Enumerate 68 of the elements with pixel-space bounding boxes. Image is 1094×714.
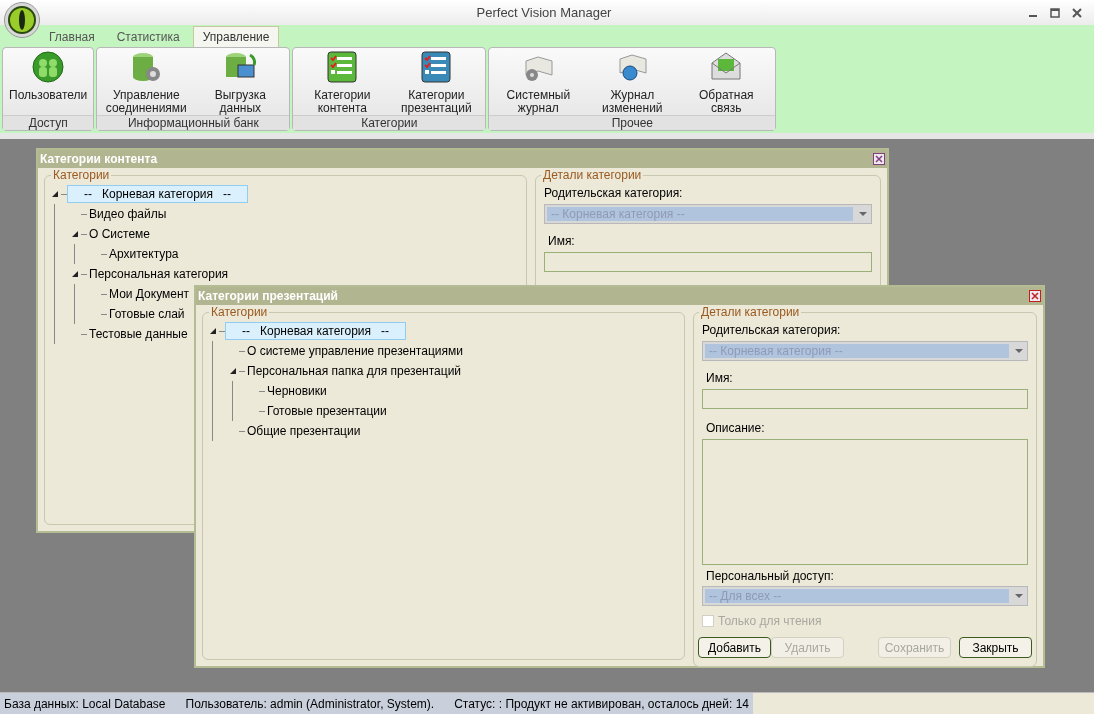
group-label: Прочее [489, 115, 776, 130]
ribbon-tab[interactable]: Статистика [107, 26, 189, 47]
expanded-icon[interactable] [72, 271, 78, 277]
group-label: Доступ [3, 115, 94, 130]
book-globe-icon [616, 51, 649, 83]
close-icon[interactable] [873, 153, 885, 165]
dialog-button[interactable]: Добавить [698, 637, 771, 658]
field-label: Имя: [548, 234, 576, 248]
envelope-icon [710, 51, 743, 83]
field-label: Персональный доступ: [706, 569, 835, 583]
dialog-button[interactable]: Закрыть [959, 637, 1032, 658]
ribbon-button[interactable]: Выгрузка данных [193, 48, 288, 115]
tree-item[interactable]: Видео файлы [87, 206, 169, 222]
tree-item[interactable]: Общие презентации [245, 423, 363, 439]
ribbon-tab[interactable]: Главная [40, 26, 104, 47]
users-icon [32, 51, 65, 83]
expanded-icon[interactable] [52, 191, 58, 197]
name-field[interactable] [544, 252, 872, 272]
group-title: Категории [51, 168, 112, 182]
ribbon-button[interactable]: Обратная связь [679, 48, 774, 115]
checkbox-label: Только для чтения [718, 614, 822, 628]
tree-item[interactable]: Готовые слай [107, 306, 187, 322]
expanded-icon[interactable] [210, 328, 216, 334]
group-title: Категории [209, 305, 270, 319]
database-gear-icon [130, 51, 163, 83]
field-label: Родительская категория: [702, 323, 842, 337]
group-label: Категории [293, 115, 486, 130]
status-text: Статус: : Продукт не активирован, осталось дней: 14 [454, 695, 749, 713]
app-logo[interactable] [4, 2, 40, 38]
tree-item[interactable]: Готовые презентации [265, 403, 389, 419]
status-text: База данных: Local Database [4, 695, 166, 713]
tree-item[interactable]: Архитектура [107, 246, 181, 262]
status-text: Пользователь: admin (Administrator, System). [185, 695, 435, 713]
tree-item[interactable]: Мои Документ [107, 286, 192, 302]
tree-item[interactable]: Персональная категория [87, 266, 231, 282]
tree-item[interactable]: -- Корневая категория -- [225, 322, 406, 340]
ribbon-button[interactable]: Журнал изменений [585, 48, 680, 115]
child-window-title: Категории презентаций [198, 288, 338, 305]
ribbon-tab[interactable]: Управление [192, 26, 280, 47]
ribbon-button[interactable]: Системный журнал [491, 48, 586, 115]
tree-item[interactable]: Черновики [265, 383, 329, 399]
checklist-icon [421, 51, 452, 83]
tree-item[interactable]: О системе управление презентациями [245, 343, 465, 359]
group-label: Информационный банк [97, 115, 290, 130]
maximize-icon[interactable] [1050, 7, 1060, 18]
checklist-icon [327, 51, 358, 83]
field-label: Имя: [706, 371, 734, 385]
field-label: Описание: [706, 421, 766, 435]
close-icon[interactable] [1072, 7, 1082, 18]
expanded-icon[interactable] [230, 368, 236, 374]
tree-item[interactable]: Тестовые данные [87, 326, 190, 342]
tree-item[interactable]: О Системе [87, 226, 152, 242]
child-window-title: Категории контента [40, 151, 158, 168]
close-icon[interactable] [1029, 290, 1041, 302]
tree-item[interactable]: -- Корневая категория -- [67, 185, 248, 203]
field-label: Родительская категория: [544, 186, 684, 200]
group-title: Детали категории [541, 168, 644, 182]
eye-icon [8, 6, 36, 34]
group-title: Детали категории [699, 305, 802, 319]
ribbon-button[interactable]: Категории контента [295, 48, 390, 115]
expanded-icon[interactable] [72, 231, 78, 237]
ribbon-button[interactable]: Управление соединениями [99, 48, 194, 115]
tree-item[interactable]: Персональная папка для презентаций [245, 363, 464, 379]
window-title: Perfect Vision Manager [475, 3, 613, 22]
ribbon-button[interactable]: Пользователи [5, 48, 92, 115]
ribbon-button[interactable]: Категории презентаций [389, 48, 484, 115]
description-field[interactable] [702, 439, 1028, 565]
name-field[interactable] [702, 389, 1028, 409]
